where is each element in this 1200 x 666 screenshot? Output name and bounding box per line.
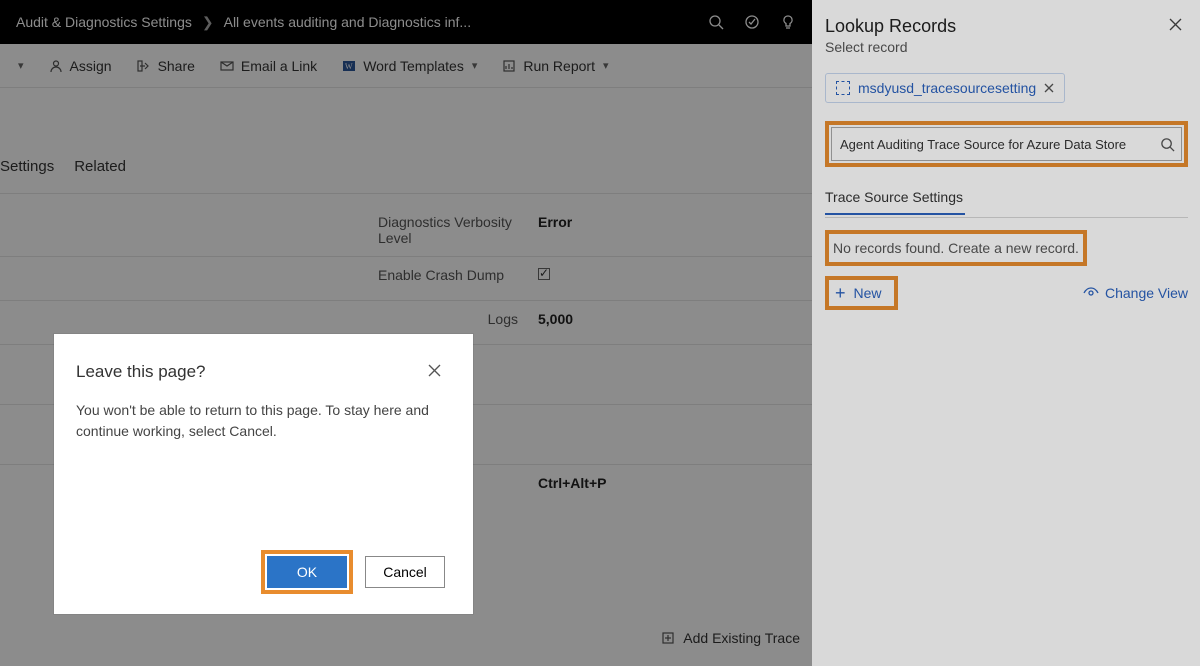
share-label: Share (158, 58, 195, 74)
command-bar: ▾ Assign Share Email a Link W Word Templ… (0, 44, 812, 88)
lookup-search[interactable] (831, 127, 1182, 161)
person-icon (48, 58, 64, 74)
add-existing-icon (661, 631, 675, 645)
report-icon (501, 58, 517, 74)
mail-icon (219, 58, 235, 74)
assign-button[interactable]: Assign (40, 54, 120, 78)
task-icon[interactable] (744, 14, 760, 30)
verbosity-value[interactable]: Error (530, 204, 812, 256)
chevron-right-icon: ❯ (202, 14, 214, 31)
breadcrumb-page[interactable]: All events auditing and Diagnostics inf.… (224, 14, 471, 30)
leave-page-dialog: Leave this page? You won't be able to re… (54, 334, 473, 614)
tab-related[interactable]: Related (74, 158, 126, 181)
search-icon[interactable] (708, 14, 724, 30)
lookup-title: Lookup Records (825, 16, 956, 37)
search-icon[interactable] (1160, 137, 1175, 152)
app-header: Audit & Diagnostics Settings ❯ All event… (0, 0, 812, 44)
view-icon (1083, 285, 1099, 301)
share-icon (136, 58, 152, 74)
share-button[interactable]: Share (128, 54, 203, 78)
tab-settings[interactable]: Settings (0, 158, 54, 181)
ok-button[interactable]: OK (267, 556, 347, 588)
lookup-section-label: Trace Source Settings (825, 189, 1188, 213)
close-icon[interactable] (1163, 16, 1188, 33)
lookup-subtitle: Select record (825, 39, 1188, 55)
svg-text:W: W (345, 62, 353, 71)
add-existing-trace-button[interactable]: Add Existing Trace (661, 630, 800, 646)
cancel-button[interactable]: Cancel (365, 556, 445, 588)
breadcrumb: Audit & Diagnostics Settings ❯ All event… (16, 14, 708, 31)
chevron-down-icon: ▾ (603, 59, 609, 72)
crash-dump-label: Enable Crash Dump (370, 257, 530, 300)
word-templates-label: Word Templates (363, 58, 464, 74)
remove-tag-icon[interactable] (1044, 83, 1054, 93)
entity-tag[interactable]: msdyusd_tracesourcesetting (825, 73, 1065, 103)
add-existing-label: Add Existing Trace (683, 630, 800, 646)
command-overflow[interactable]: ▾ (8, 55, 32, 76)
change-view-button[interactable]: Change View (1083, 285, 1188, 301)
chevron-down-icon: ▾ (18, 59, 24, 72)
crash-dump-checkbox[interactable] (530, 257, 812, 300)
section-divider (825, 217, 1188, 218)
lookup-panel: Lookup Records Select record msdyusd_tra… (812, 0, 1200, 666)
entity-tag-label: msdyusd_tracesourcesetting (858, 80, 1036, 96)
dialog-title: Leave this page? (76, 362, 206, 382)
run-report-label: Run Report (523, 58, 595, 74)
highlight-search (825, 121, 1188, 167)
chevron-down-icon: ▾ (472, 59, 478, 72)
highlight-no-records: No records found. Create a new record. (825, 230, 1087, 266)
highlight-new: + New (825, 276, 898, 310)
breadcrumb-root[interactable]: Audit & Diagnostics Settings (16, 14, 192, 30)
word-templates-button[interactable]: W Word Templates ▾ (333, 54, 485, 78)
word-icon: W (341, 58, 357, 74)
verbosity-label: Diagnostics Verbosity Level (370, 204, 530, 256)
assign-label: Assign (70, 58, 112, 74)
run-report-button[interactable]: Run Report ▾ (493, 54, 616, 78)
email-link-button[interactable]: Email a Link (211, 54, 325, 78)
lightbulb-icon[interactable] (780, 14, 796, 30)
no-records-message: No records found. Create a new record. (829, 234, 1083, 262)
email-link-label: Email a Link (241, 58, 317, 74)
dialog-body: You won't be able to return to this page… (76, 400, 445, 550)
highlight-ok: OK (261, 550, 353, 594)
new-record-label: New (854, 285, 882, 301)
entity-icon (836, 81, 850, 95)
checkbox-checked-icon (538, 268, 550, 280)
shortcut-value[interactable]: Ctrl+Alt+P (530, 465, 812, 508)
logs-value[interactable]: 5,000 (530, 301, 812, 344)
plus-icon: + (835, 284, 846, 302)
new-record-button[interactable]: + New (829, 280, 894, 306)
close-icon[interactable] (424, 362, 445, 379)
tab-bar: Settings Related (0, 88, 812, 194)
section-underline (825, 213, 965, 215)
lookup-search-input[interactable] (840, 137, 1160, 152)
change-view-label: Change View (1105, 285, 1188, 301)
